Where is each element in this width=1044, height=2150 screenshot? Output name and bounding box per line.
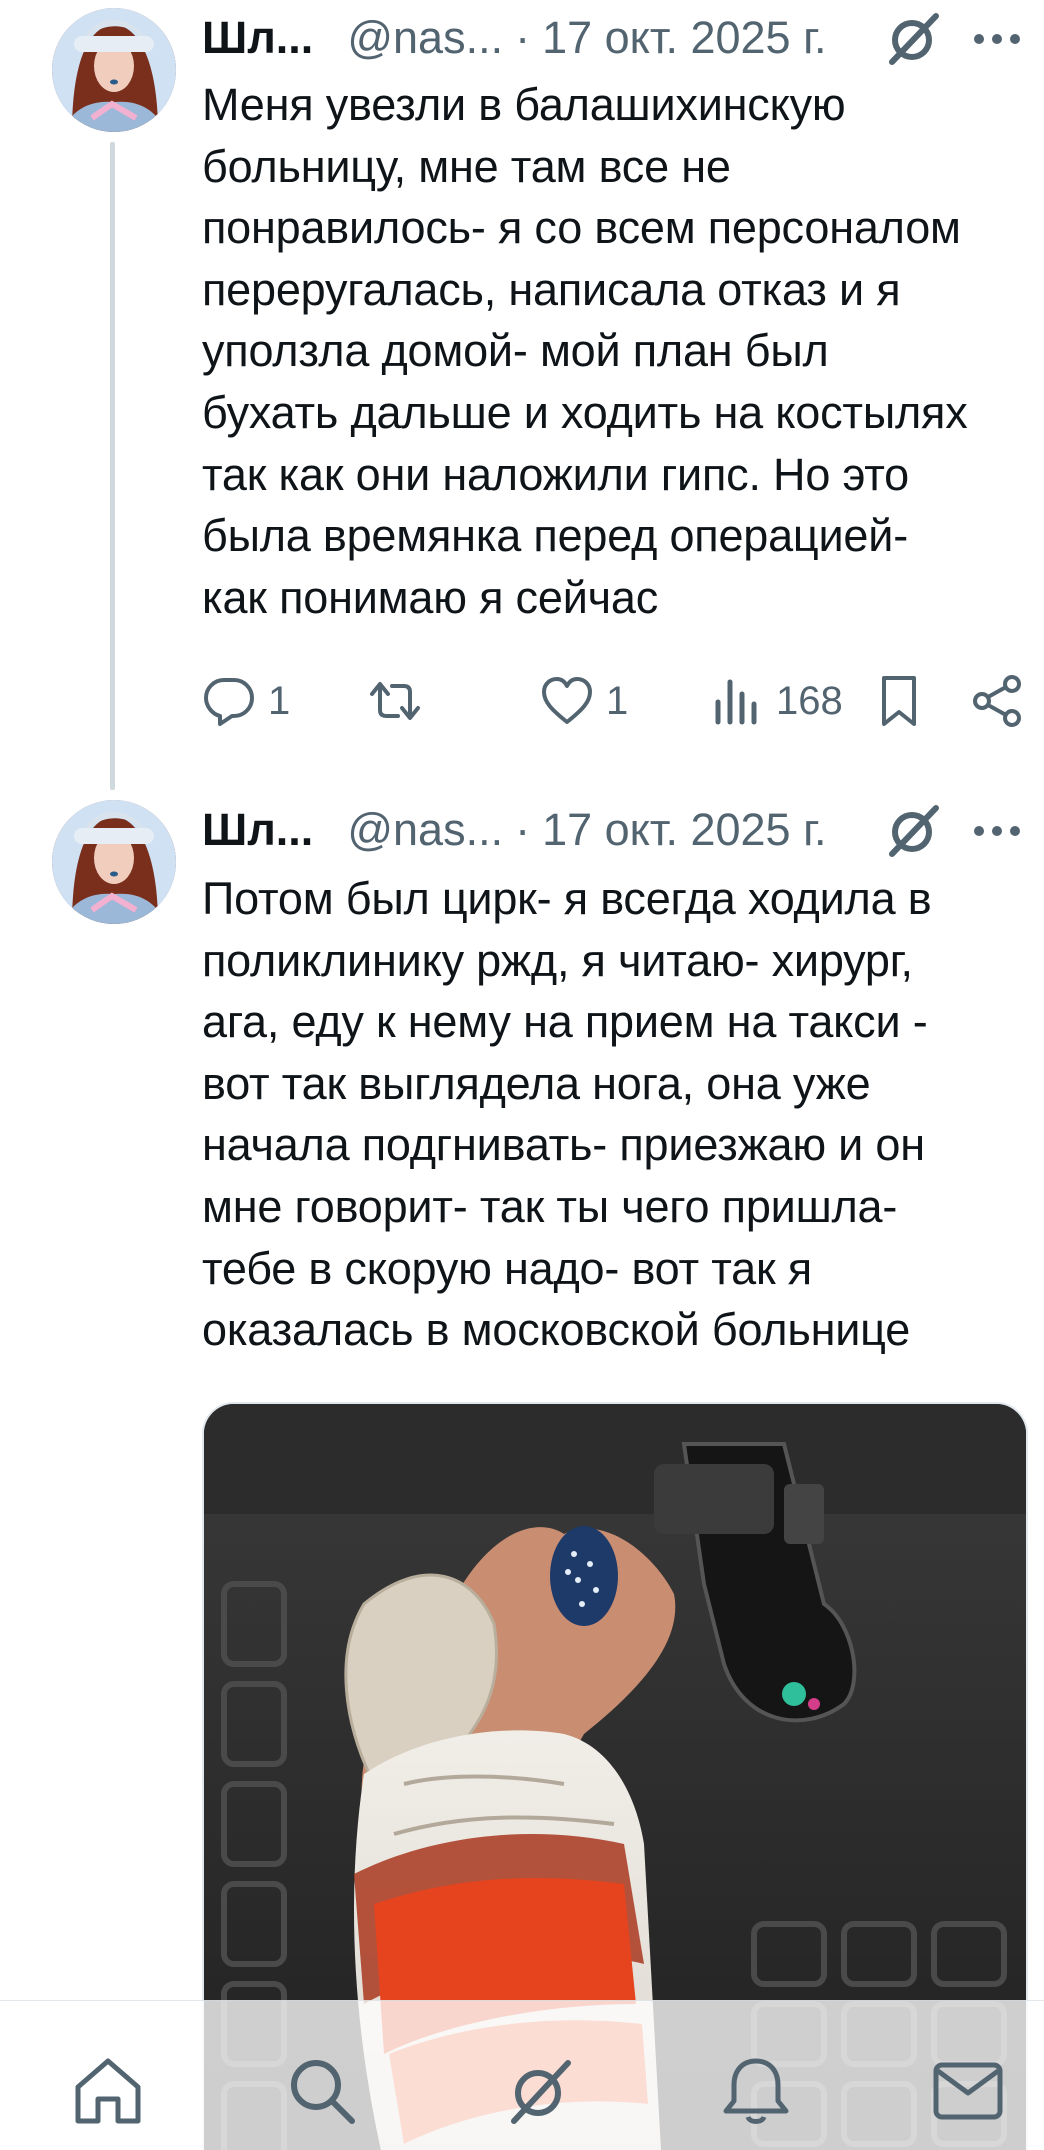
tweet-text: Меня увезли в балашихинскую больницу, мн… xyxy=(202,79,968,623)
avatar[interactable] xyxy=(52,8,176,132)
author-handle[interactable]: @nas... xyxy=(347,804,503,856)
messages-icon[interactable] xyxy=(930,2053,1006,2129)
grok-icon[interactable] xyxy=(882,800,944,862)
notifications-icon[interactable] xyxy=(718,2053,794,2129)
grok-icon[interactable] xyxy=(502,2053,578,2129)
tweet-date[interactable]: 17 окт. 2025 г. xyxy=(542,12,826,64)
reply-icon xyxy=(204,678,254,726)
like-count: 1 xyxy=(606,678,629,723)
views-button[interactable]: 168 xyxy=(710,668,843,734)
tweet-actions: 1 1 168 xyxy=(202,668,1026,734)
thread-view: Шл... @nas... · 17 окт. 2025 г. Меня уве… xyxy=(0,0,1044,2150)
thread-connector xyxy=(110,142,115,790)
grok-icon[interactable] xyxy=(882,8,944,70)
views-count: 168 xyxy=(776,678,843,723)
search-icon[interactable] xyxy=(284,2053,360,2129)
retweet-button[interactable] xyxy=(368,668,422,734)
separator-dot: · xyxy=(515,804,531,855)
tweet-header: Шл... @nas... · 17 окт. 2025 г. xyxy=(202,8,827,68)
like-button[interactable]: 1 xyxy=(540,668,628,734)
home-icon[interactable] xyxy=(70,2053,146,2129)
bottom-navigation xyxy=(0,2000,1044,2150)
tweet-text: Потом был цирк- я всегда ходила в поликл… xyxy=(202,873,932,1356)
more-icon[interactable] xyxy=(968,10,1026,68)
author-name[interactable]: Шл... xyxy=(202,804,313,856)
views-icon xyxy=(715,679,757,725)
tweet-date[interactable]: 17 окт. 2025 г. xyxy=(542,804,826,856)
more-icon[interactable] xyxy=(968,802,1026,860)
share-button[interactable] xyxy=(970,668,1024,734)
heart-icon xyxy=(542,677,592,724)
avatar[interactable] xyxy=(52,800,176,924)
tweet-header: Шл... @nas... · 17 окт. 2025 г. xyxy=(202,800,827,860)
author-handle[interactable]: @nas... xyxy=(347,12,503,64)
retweet-icon xyxy=(370,682,420,720)
reply-count: 1 xyxy=(268,678,291,723)
bookmark-button[interactable] xyxy=(872,668,926,734)
bookmark-icon xyxy=(882,676,916,726)
author-name[interactable]: Шл... xyxy=(202,12,313,64)
share-icon xyxy=(973,675,1021,727)
separator-dot: · xyxy=(515,12,531,63)
reply-button[interactable]: 1 xyxy=(202,668,290,734)
